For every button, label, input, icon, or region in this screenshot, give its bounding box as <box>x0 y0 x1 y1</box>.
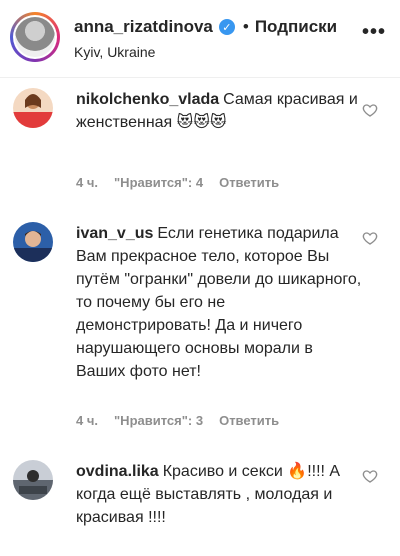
following-button[interactable]: Подписки <box>255 17 337 37</box>
header-username[interactable]: anna_rizatdinova <box>74 17 213 37</box>
comment-likes[interactable]: "Нравится": 4 <box>114 175 203 190</box>
comment-text: ivan_v_us Если генетика подарила Вам прек… <box>76 222 364 383</box>
like-heart-icon[interactable] <box>362 102 378 118</box>
more-options-icon[interactable]: ••• <box>362 22 386 42</box>
comment-username[interactable]: nikolchenko_vlada <box>76 91 219 108</box>
comment-username[interactable]: ovdina.lika <box>76 463 159 480</box>
profile-avatar[interactable] <box>10 12 60 62</box>
post-location[interactable]: Kyiv, Ukraine <box>74 44 155 60</box>
comment-time: 4 ч. <box>76 175 99 190</box>
reply-button[interactable]: Ответить <box>219 413 279 428</box>
commenter-avatar[interactable] <box>13 460 53 500</box>
like-heart-icon[interactable] <box>362 468 378 484</box>
comment-text: ovdina.lika Красиво и секси 🔥!!!! А когда… <box>76 460 364 529</box>
commenter-avatar[interactable] <box>13 88 53 128</box>
post-header: anna_rizatdinova ✓ • Подписки Kyiv, Ukra… <box>0 0 400 78</box>
verified-badge-icon: ✓ <box>218 19 235 35</box>
separator-dot: • <box>242 17 249 36</box>
reply-button[interactable]: Ответить <box>219 175 279 190</box>
comment-likes[interactable]: "Нравится": 3 <box>114 413 203 428</box>
comment-body-start: Красиво и секси <box>162 463 283 480</box>
fire-emoji: 🔥 <box>287 463 308 480</box>
comment-meta: 4 ч. "Нравится": 4 Ответить <box>76 175 279 190</box>
like-heart-icon[interactable] <box>362 230 378 246</box>
heart-eyes-cat-emoji: 😻😻😻 <box>176 114 227 131</box>
comment-time: 4 ч. <box>76 413 99 428</box>
comment-text: nikolchenko_vlada Самая красивая и женств… <box>76 88 364 134</box>
commenter-avatar[interactable] <box>13 222 53 262</box>
comment-meta: 4 ч. "Нравится": 3 Ответить <box>76 413 279 428</box>
comment-body: Если генетика подарила Вам прекрасное те… <box>76 225 362 380</box>
header-username-row: anna_rizatdinova ✓ • Подписки <box>74 17 337 37</box>
comment-username[interactable]: ivan_v_us <box>76 225 153 242</box>
